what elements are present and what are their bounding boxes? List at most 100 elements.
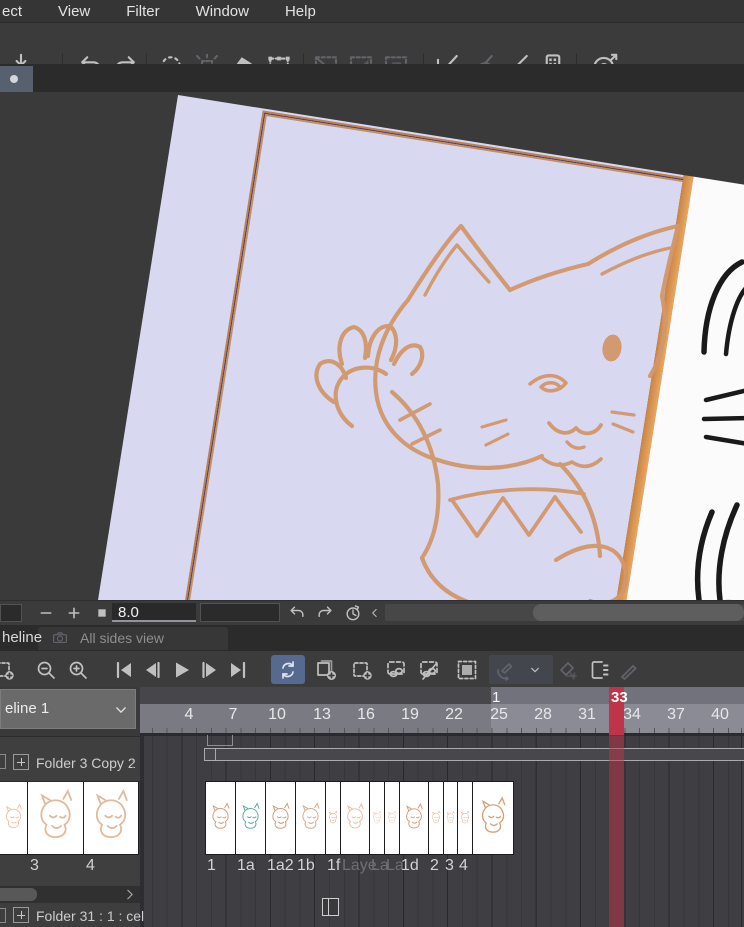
scrollbar-thumb[interactable] bbox=[533, 604, 744, 621]
menu-bar: ect View Filter Window Help bbox=[0, 0, 744, 22]
skip-to-start-icon[interactable] bbox=[112, 658, 136, 682]
cel-thumbnail[interactable] bbox=[385, 782, 400, 854]
cel-label: 1a2 bbox=[267, 857, 294, 874]
menu-item-filter[interactable]: Filter bbox=[126, 3, 159, 20]
zoom-in-icon[interactable] bbox=[64, 605, 84, 621]
collapse-chevron-left-icon[interactable] bbox=[368, 604, 382, 622]
chevron-right-icon[interactable] bbox=[120, 886, 140, 903]
scrollbar-thumb[interactable] bbox=[0, 888, 37, 901]
timeline-selector[interactable]: eline 1 bbox=[0, 689, 136, 729]
new-animation-folder-icon[interactable] bbox=[314, 658, 338, 682]
cel-thumbnail[interactable] bbox=[444, 782, 458, 854]
canvas-horizontal-scrollbar[interactable] bbox=[385, 604, 744, 621]
cel-thumbnail[interactable] bbox=[266, 782, 296, 854]
cel-thumbnail[interactable] bbox=[296, 782, 326, 854]
timeline-track-area[interactable]: 1 1a 1a2 1b 1f Laye La La 1d 2 3 4 bbox=[140, 735, 744, 927]
tab-timeline[interactable]: heline bbox=[2, 629, 42, 646]
skip-to-end-icon[interactable] bbox=[226, 658, 250, 682]
cel-thumbnail[interactable] bbox=[458, 782, 473, 854]
frame-ruler[interactable]: 4 7 10 13 16 19 22 25 28 31 34 37 40 bbox=[140, 687, 744, 735]
span-bar-left-cap[interactable] bbox=[204, 749, 216, 760]
cel-thumbnail[interactable] bbox=[429, 782, 444, 854]
chevron-down-icon[interactable] bbox=[527, 662, 543, 678]
ruler-top-strip bbox=[140, 687, 491, 704]
ruler-number: 4 bbox=[184, 706, 194, 723]
unsaved-dot-icon bbox=[10, 75, 18, 83]
ruler-number: 7 bbox=[228, 706, 238, 723]
timeline-selector-value: eline 1 bbox=[5, 700, 50, 717]
canvas-tab-strip bbox=[0, 64, 744, 92]
onion-skin-page-icon[interactable] bbox=[587, 658, 611, 682]
rotate-left-icon[interactable] bbox=[286, 603, 308, 623]
cel-thumbnail[interactable] bbox=[326, 782, 341, 854]
cel-thumbnail[interactable] bbox=[341, 782, 370, 854]
timeline-zoom-out-icon[interactable] bbox=[34, 658, 58, 682]
playback-start-marker[interactable] bbox=[207, 735, 233, 746]
folder-span-bar[interactable] bbox=[204, 748, 744, 761]
navigator-box[interactable] bbox=[0, 604, 22, 622]
zoom-value-field[interactable]: 8.0 bbox=[112, 603, 196, 622]
rotation-value-box[interactable] bbox=[200, 603, 280, 622]
ruler-number: 19 bbox=[401, 706, 419, 723]
menu-item-select[interactable]: ect bbox=[2, 3, 22, 20]
tab-all-sides-view-label[interactable]: All sides view bbox=[80, 630, 164, 646]
cel-thumbnail[interactable] bbox=[236, 782, 266, 854]
loop-icon bbox=[276, 658, 300, 682]
menu-item-help[interactable]: Help bbox=[285, 3, 316, 20]
lavender-page bbox=[65, 95, 684, 600]
ruler-number: 25 bbox=[490, 706, 508, 723]
next-frame-icon[interactable] bbox=[198, 658, 222, 682]
unlink-cel-icon[interactable] bbox=[417, 658, 441, 682]
previous-frame-icon[interactable] bbox=[140, 658, 164, 682]
loop-playback-button[interactable] bbox=[271, 655, 305, 684]
cel-thumbnail[interactable] bbox=[84, 782, 139, 854]
cel-thumbnail[interactable] bbox=[206, 782, 236, 854]
delete-cel-eraser-icon[interactable] bbox=[556, 658, 580, 682]
rotate-right-icon[interactable] bbox=[314, 603, 336, 623]
zoom-out-icon[interactable] bbox=[36, 605, 56, 621]
second-marker: 1 bbox=[492, 689, 501, 706]
reset-rotation-icon[interactable] bbox=[342, 603, 364, 623]
layer-row-folder3[interactable]: Folder 3 Copy 2 : bbox=[0, 748, 140, 781]
cel-label-row: 1 1a 1a2 1b 1f Laye La La 1d 2 3 4 bbox=[140, 853, 744, 886]
cel-thumbnail-partial[interactable] bbox=[0, 782, 28, 854]
link-cel-icon[interactable] bbox=[384, 658, 408, 682]
cel-label: 1f bbox=[327, 857, 341, 874]
menu-item-window[interactable]: Window bbox=[196, 3, 249, 20]
layer-column-scrollbar[interactable] bbox=[0, 886, 140, 903]
render-inbetween-icon[interactable] bbox=[455, 658, 479, 682]
ruler-number: 40 bbox=[711, 706, 729, 723]
stop-square-icon[interactable] bbox=[94, 605, 110, 621]
cel-thumbnail[interactable] bbox=[28, 782, 84, 854]
canvas-tab[interactable] bbox=[0, 66, 33, 92]
new-animation-cel-icon[interactable] bbox=[350, 658, 374, 682]
playhead-track-overlay bbox=[609, 735, 624, 927]
cel-thumbnail[interactable] bbox=[473, 782, 514, 854]
new-timeline-icon[interactable] bbox=[0, 658, 16, 682]
playhead-frame-label: 33 bbox=[611, 689, 628, 706]
menu-item-view[interactable]: View bbox=[58, 3, 90, 20]
layer-row-folder31[interactable]: Folder 31 : 1 : cel bbox=[0, 903, 144, 927]
ruler-number: 22 bbox=[445, 706, 463, 723]
ruler-number: 37 bbox=[667, 706, 685, 723]
canvas-viewport[interactable] bbox=[0, 92, 744, 600]
expand-plus-icon[interactable] bbox=[13, 754, 29, 770]
cel-label: 4 bbox=[459, 857, 468, 874]
cel-label: 1 bbox=[207, 857, 216, 874]
cel-label: 1b bbox=[297, 857, 315, 874]
cel-thumbnail[interactable] bbox=[400, 782, 429, 854]
cel-label: 1d bbox=[401, 857, 419, 874]
cycle-pen-icon[interactable] bbox=[493, 658, 517, 682]
edit-pencil-icon[interactable] bbox=[617, 658, 641, 682]
play-icon[interactable] bbox=[169, 658, 193, 682]
timeline-zoom-in-icon[interactable] bbox=[66, 658, 90, 682]
bottom-row-cel-box[interactable] bbox=[322, 898, 339, 916]
ruler-number: 13 bbox=[313, 706, 331, 723]
row-divider bbox=[0, 736, 140, 737]
cel-label: 3 bbox=[30, 857, 39, 874]
expand-plus-icon[interactable] bbox=[13, 907, 29, 923]
cel-label: 4 bbox=[86, 857, 95, 874]
cel-label: 1a bbox=[237, 857, 255, 874]
left-cel-strip bbox=[0, 781, 139, 855]
cel-thumbnail[interactable] bbox=[370, 782, 385, 854]
